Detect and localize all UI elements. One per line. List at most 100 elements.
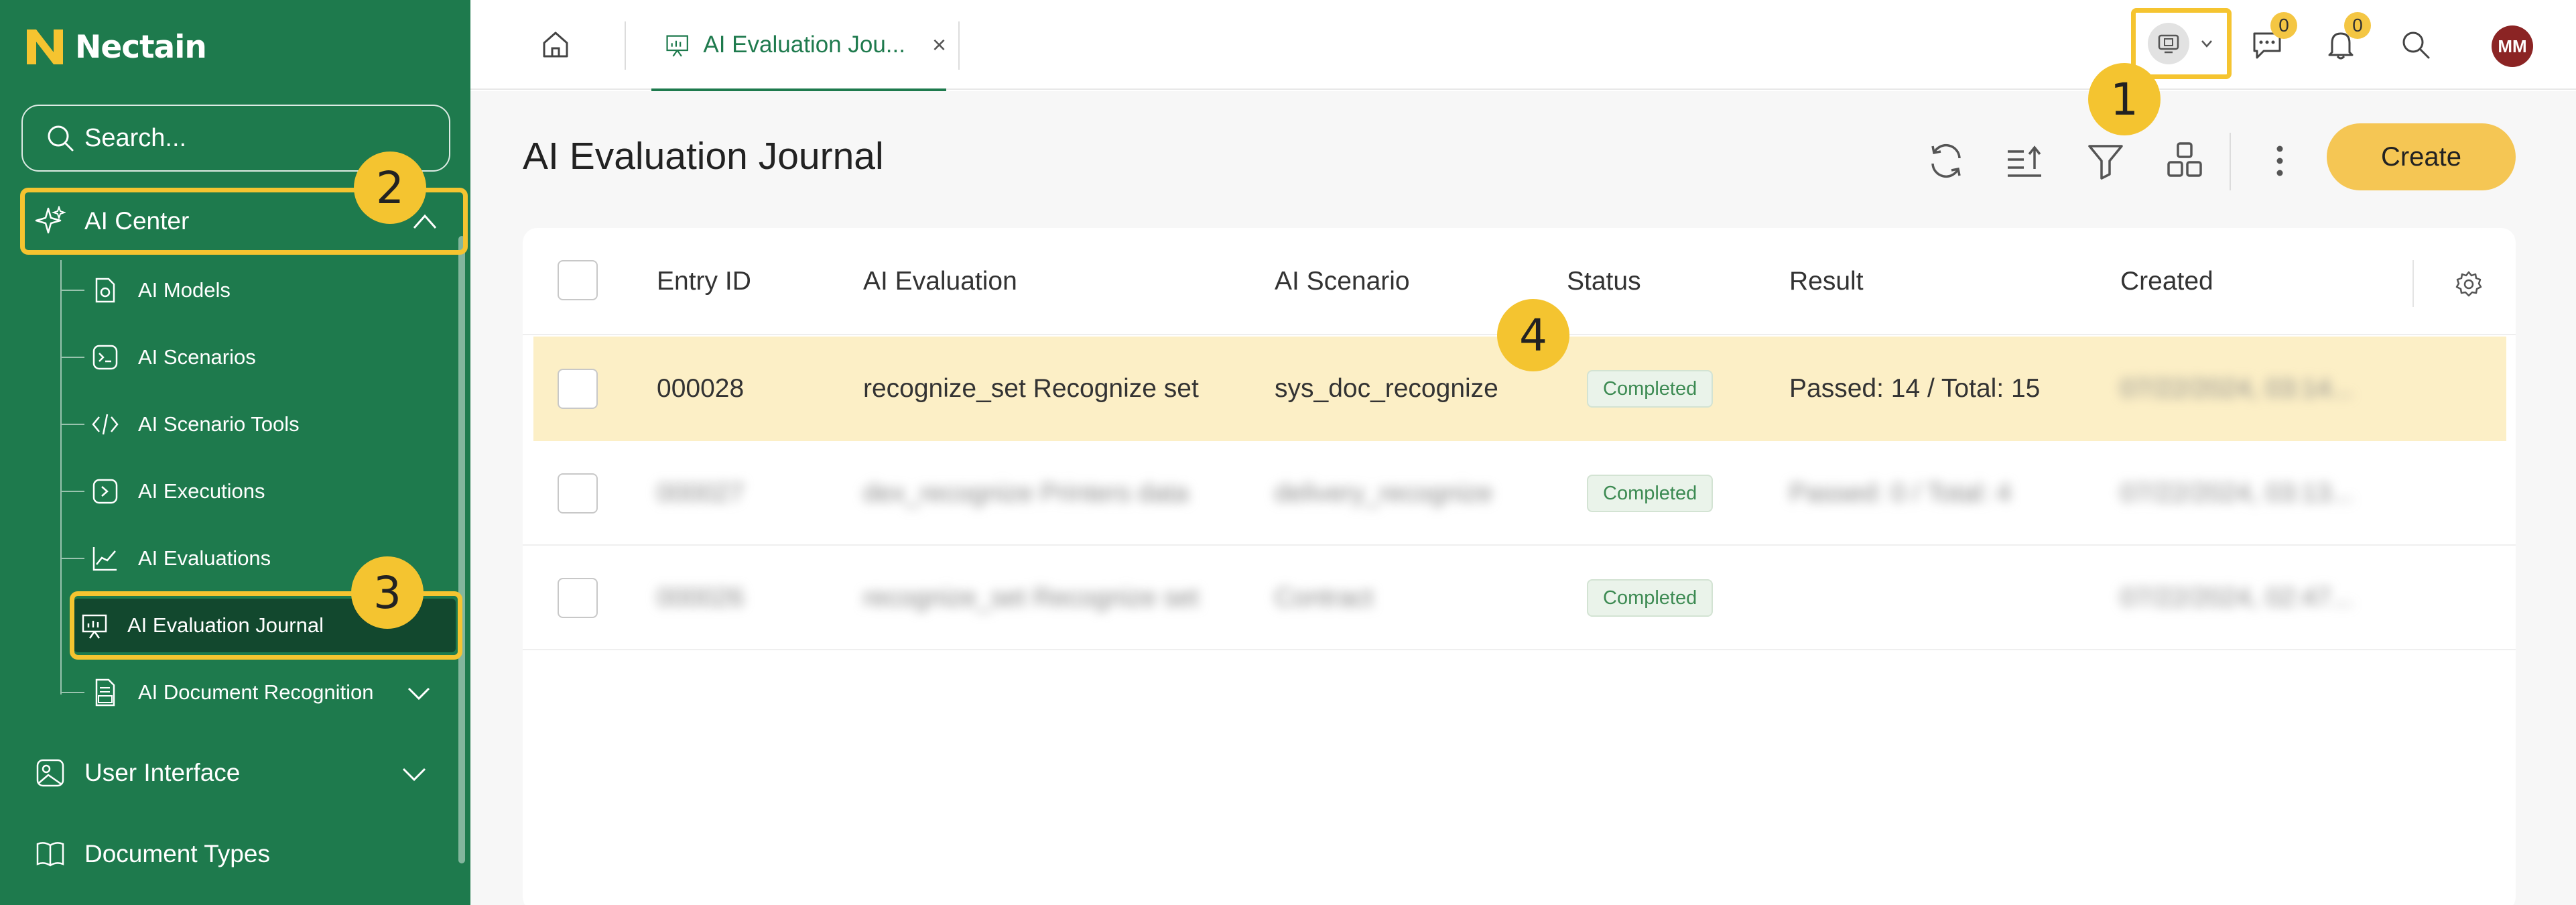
sort-icon[interactable] <box>2004 139 2047 182</box>
line-chart-icon <box>92 547 117 571</box>
sidebar-item-ai-models[interactable]: AI Models <box>62 263 457 317</box>
status-badge: Completed <box>1587 370 1714 408</box>
cell-result: Passed: 0 / Total: 4 <box>1789 479 2011 507</box>
sidebar-item-label: AI Models <box>138 278 231 302</box>
gear-icon[interactable] <box>2454 269 2484 299</box>
cell-ai-evaluation[interactable]: recognize_set Recognize set <box>863 583 1199 613</box>
chevron-down-icon <box>2201 40 2212 48</box>
cell-entry-id: 000026 <box>657 583 745 612</box>
divider <box>958 21 960 70</box>
layout-grid-icon[interactable] <box>2163 139 2206 182</box>
tab-ai-evaluation-journal[interactable]: AI Evaluation Jou... × <box>651 0 946 91</box>
sidebar-item-ai-document-recognition[interactable]: AI Document Recognition <box>62 666 457 719</box>
main-content: AI Evaluation Journal Create Entry ID AI… <box>470 91 2576 905</box>
sidebar-item-label: User Interface <box>84 759 241 786</box>
execute-icon <box>92 479 118 504</box>
callout-marker: 4 <box>1497 299 1569 371</box>
sidebar-item-label: AI Evaluations <box>138 546 271 570</box>
global-search-button[interactable] <box>2396 25 2435 64</box>
book-icon <box>36 842 64 867</box>
chat-button[interactable]: 0 <box>2248 12 2297 64</box>
tab-label: AI Evaluation Jou... <box>703 32 905 58</box>
image-icon <box>36 759 64 787</box>
create-button[interactable]: Create <box>2327 123 2516 190</box>
callout-marker: 1 <box>2088 63 2161 135</box>
sidebar-scrollbar[interactable] <box>458 236 465 863</box>
chat-count-badge: 0 <box>2270 12 2297 39</box>
home-icon[interactable] <box>537 27 574 63</box>
tree-tick <box>62 558 84 559</box>
idp-document-icon <box>95 678 115 707</box>
cell-entry-id: 000028 <box>657 374 745 403</box>
sidebar-item-label: AI Scenario Tools <box>138 412 300 436</box>
tree-tick <box>62 491 84 492</box>
workspace-switcher[interactable] <box>2131 8 2232 79</box>
search-input[interactable] <box>84 123 420 153</box>
cell-created: 07/22/2024, 03:13... <box>2120 479 2353 507</box>
column-header-entry-id[interactable]: Entry ID <box>657 267 751 296</box>
cell-ai-scenario[interactable]: Contract <box>1275 583 1373 613</box>
row-checkbox[interactable] <box>558 369 598 409</box>
close-icon[interactable]: × <box>932 31 946 59</box>
chevron-down-icon[interactable] <box>399 761 429 788</box>
tree-tick <box>62 424 84 425</box>
row-checkbox[interactable] <box>558 578 598 618</box>
column-header-created[interactable]: Created <box>2120 267 2213 296</box>
select-all-checkbox[interactable] <box>558 260 598 300</box>
divider <box>625 21 626 70</box>
chevron-down-icon[interactable] <box>406 682 432 705</box>
sidebar: Nectain AI Center AI Models AI Scenarios… <box>0 0 470 905</box>
app-logo[interactable]: Nectain <box>25 25 207 68</box>
sidebar-item-document-types[interactable]: Document Types <box>27 827 456 881</box>
sidebar-item-user-interface[interactable]: User Interface <box>27 746 456 800</box>
sidebar-item-label: AI Executions <box>138 479 265 503</box>
cell-entry-id: 000027 <box>657 479 745 507</box>
sidebar-item-label: AI Scenarios <box>138 345 256 369</box>
divider <box>2412 260 2414 307</box>
sidebar-item-label: AI Document Recognition <box>138 680 374 704</box>
status-badge: Completed <box>1587 475 1714 512</box>
filter-icon[interactable] <box>2084 139 2127 182</box>
status-badge: Completed <box>1587 579 1714 617</box>
callout-marker: 3 <box>351 556 424 629</box>
sidebar-item-ai-executions[interactable]: AI Executions <box>62 465 457 518</box>
search-icon <box>48 125 74 152</box>
code-icon <box>92 414 119 435</box>
row-checkbox[interactable] <box>558 473 598 514</box>
top-bar: AI Evaluation Jou... × 0 0 MM <box>470 0 2576 91</box>
tree-tick <box>62 357 84 358</box>
sidebar-item-ai-scenarios[interactable]: AI Scenarios <box>62 330 457 384</box>
callout-marker: 2 <box>354 152 426 224</box>
cell-ai-scenario[interactable]: sys_doc_recognize <box>1275 374 1498 404</box>
tree-tick <box>62 692 84 693</box>
divider <box>2230 133 2231 190</box>
notifications-button[interactable]: 0 <box>2321 12 2371 64</box>
notification-count-badge: 0 <box>2344 12 2371 39</box>
terminal-icon <box>92 345 118 370</box>
cell-ai-evaluation[interactable]: dex_recognize Printers data <box>863 479 1189 508</box>
cell-created: 07/22/2024, 03:14... <box>2120 374 2353 403</box>
model-icon <box>95 278 115 303</box>
app-name: Nectain <box>75 28 207 66</box>
cell-created: 07/22/2024, 02:47... <box>2120 583 2353 612</box>
column-header-status[interactable]: Status <box>1567 267 1641 296</box>
column-header-ai-scenario[interactable]: AI Scenario <box>1275 267 1410 296</box>
tree-tick <box>62 290 84 291</box>
page-title: AI Evaluation Journal <box>523 135 884 178</box>
more-vertical-icon[interactable] <box>2258 139 2301 182</box>
column-header-ai-evaluation[interactable]: AI Evaluation <box>863 267 1017 296</box>
nectain-logo-icon <box>27 29 63 64</box>
refresh-icon[interactable] <box>1925 139 1968 182</box>
cell-ai-evaluation[interactable]: recognize_set Recognize set <box>863 374 1199 404</box>
cell-result: Passed: 14 / Total: 15 <box>1789 374 2041 403</box>
column-header-result[interactable]: Result <box>1789 267 1864 296</box>
workspace-icon <box>2148 23 2189 64</box>
avatar[interactable]: MM <box>2492 25 2533 67</box>
table-row[interactable]: 000026 recognize_set Recognize set Contr… <box>523 546 2516 650</box>
presentation-icon <box>666 35 688 57</box>
table-row[interactable]: 000027 dex_recognize Printers data deliv… <box>523 441 2516 546</box>
search-icon <box>2402 32 2430 59</box>
cell-ai-scenario[interactable]: delivery_recognize <box>1275 479 1492 508</box>
sidebar-item-ai-scenario-tools[interactable]: AI Scenario Tools <box>62 398 457 451</box>
sidebar-item-label: Document Types <box>84 840 270 867</box>
